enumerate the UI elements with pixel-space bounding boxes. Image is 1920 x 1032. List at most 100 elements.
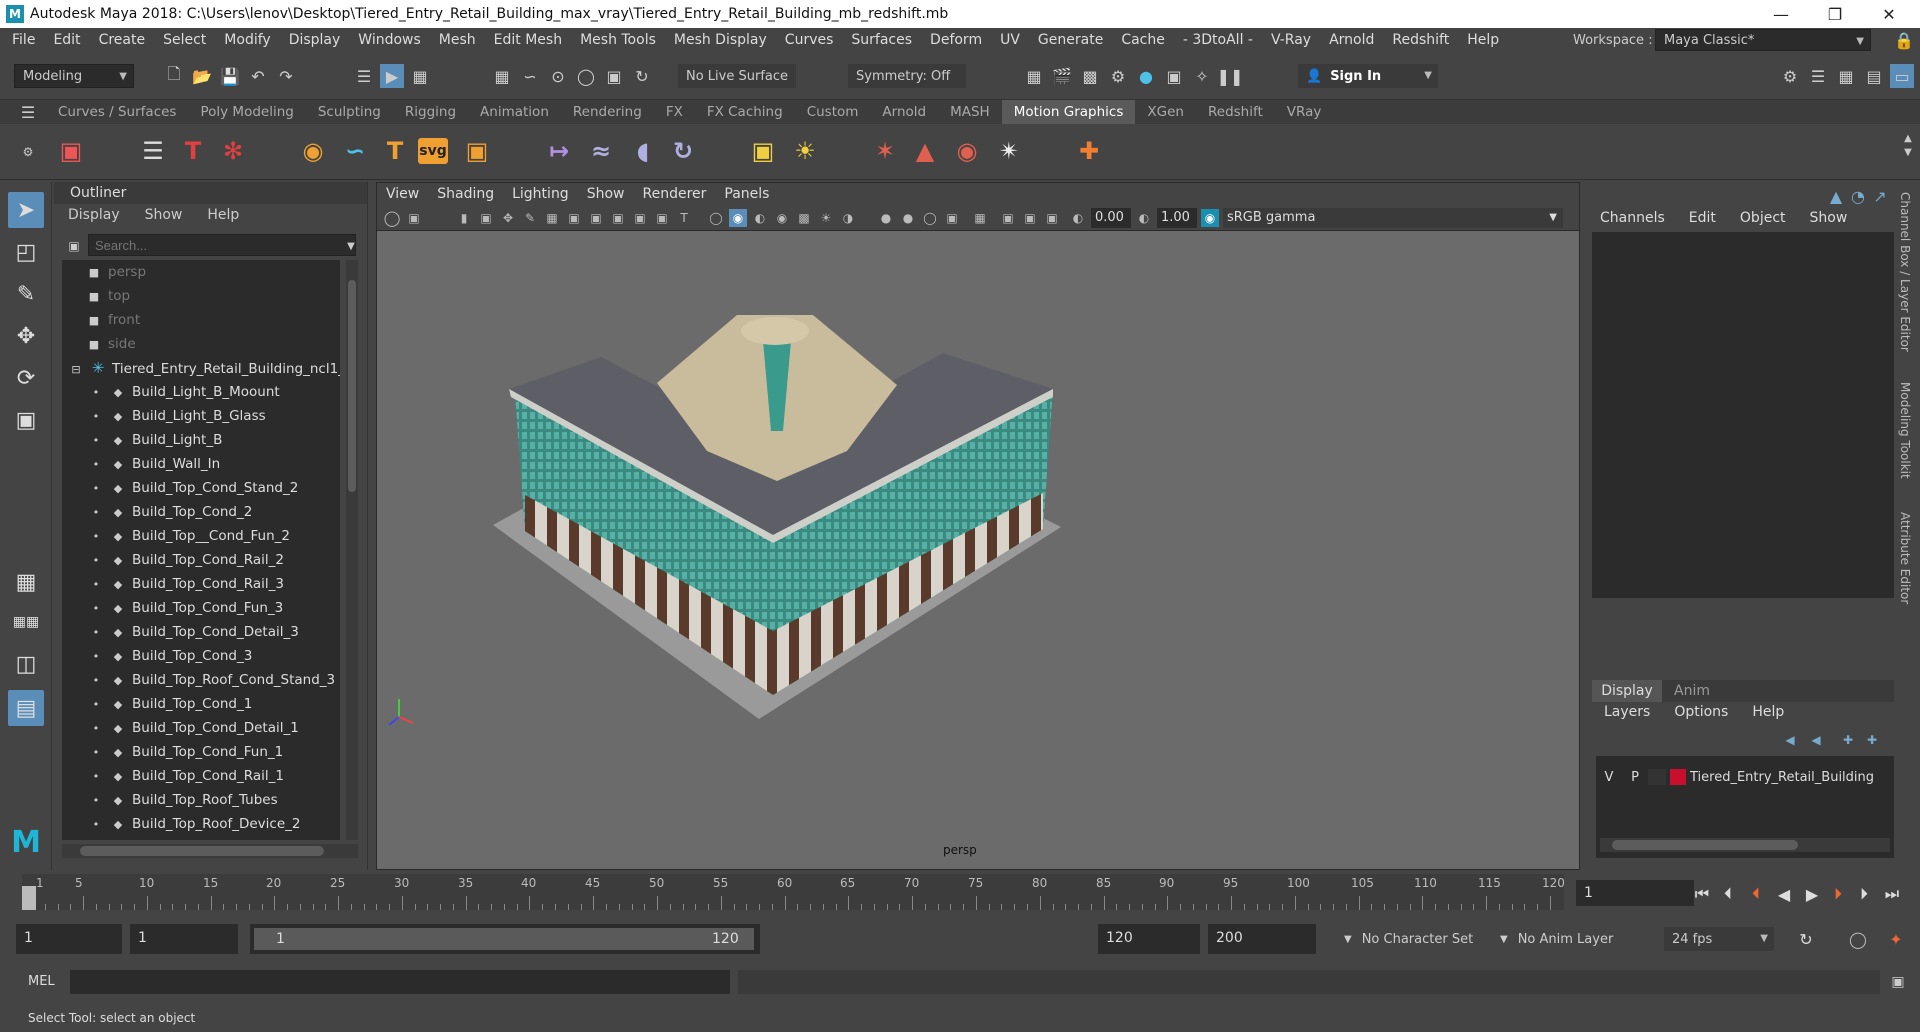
outliner-mesh-item[interactable]: • ◆ Build_Top_Cond_Fun_1 — [88, 740, 283, 764]
shelf-tab-xgen[interactable]: XGen — [1135, 100, 1196, 124]
step-forward-icon[interactable]: ⏵ — [1852, 882, 1876, 906]
layer-playback[interactable]: P — [1622, 770, 1648, 785]
outliner-filter-icon[interactable]: ▣ — [62, 234, 86, 258]
shelf-tab-sculpting[interactable]: Sculpting — [306, 100, 393, 124]
snap-point-icon[interactable]: ⊙ — [546, 64, 570, 88]
channel-filter-icon[interactable]: ▲ — [1824, 184, 1848, 208]
lasso-tool-icon[interactable]: ◰ — [8, 234, 44, 270]
close-icon[interactable]: ✕ — [1866, 0, 1912, 28]
fps-dropdown[interactable]: 24 fps ▼ — [1664, 927, 1774, 951]
isolate-select-icon[interactable]: ▦ — [971, 209, 989, 227]
attribute-editor-icon[interactable]: ☰ — [1806, 64, 1830, 88]
outliner-mesh-item[interactable]: • ◆ Build_Top_Roof_Device_2 — [88, 812, 301, 836]
menu-create[interactable]: Create — [90, 32, 155, 48]
auto-key-icon[interactable]: ◯ — [1846, 927, 1870, 951]
list-icon[interactable]: ☰ — [134, 132, 172, 170]
burst-icon[interactable]: ✴ — [990, 132, 1028, 170]
text-tool-icon[interactable]: T — [376, 132, 414, 170]
search-dropdown-icon[interactable]: ▼ — [344, 234, 358, 258]
layer-menu-help[interactable]: Help — [1752, 704, 1784, 720]
snap-curve-icon[interactable]: ∽ — [518, 64, 542, 88]
outliner-menu-help[interactable]: Help — [193, 207, 250, 223]
restore-icon[interactable]: ❐ — [1812, 0, 1858, 28]
channel-sync-icon[interactable]: ◔ — [1846, 184, 1870, 208]
shadows-icon[interactable]: ◑ — [839, 209, 857, 227]
shelf-tab-curves-surfaces[interactable]: Curves / Surfaces — [46, 100, 188, 124]
camera-attributes-icon[interactable]: ▣ — [405, 209, 423, 227]
shelf-tab-fx[interactable]: FX — [654, 100, 695, 124]
wireframe-on-shaded-icon[interactable]: ◉ — [773, 209, 791, 227]
animation-prefs-icon[interactable]: ✦ — [1884, 927, 1908, 951]
layer-visibility[interactable]: V — [1596, 770, 1622, 785]
film-gate-icon[interactable]: ▣ — [565, 209, 583, 227]
scene-start-field[interactable]: 1 — [16, 924, 122, 954]
menu-file[interactable]: File — [3, 32, 44, 48]
play-forwards-icon[interactable]: ▶ — [1800, 882, 1824, 906]
play-backwards-icon[interactable]: ◀ — [1772, 882, 1796, 906]
shelf-tab-fx-caching[interactable]: FX Caching — [695, 100, 795, 124]
outliner-mesh-item[interactable]: • ◆ Build_Top_Cond_1 — [88, 692, 253, 716]
menu-redshift[interactable]: Redshift — [1383, 32, 1458, 48]
live-surface-field[interactable]: No Live Surface — [678, 64, 796, 88]
layer-name[interactable]: Tiered_Entry_Retail_Building — [1690, 770, 1874, 785]
render-current-icon[interactable]: 🎬 — [1050, 64, 1074, 88]
tab-display[interactable]: Display — [1592, 680, 1662, 702]
exposure-field[interactable]: 0.00 — [1091, 208, 1131, 228]
pivot-icon[interactable]: ✚ — [1070, 132, 1108, 170]
ipr-icon[interactable]: ▩ — [1078, 64, 1102, 88]
outliner-mesh-item[interactable]: • ◆ Build_Top_Cond_Detail_3 — [88, 620, 299, 644]
layer-type-swatch[interactable] — [1648, 769, 1666, 785]
viewport-menu-panels[interactable]: Panels — [715, 186, 778, 202]
resolution-gate-icon[interactable]: ▣ — [587, 209, 605, 227]
shelf-tab-motion-graphics[interactable]: Motion Graphics — [1001, 100, 1136, 124]
outliner-search-input[interactable] — [88, 234, 356, 256]
menu-modify[interactable]: Modify — [215, 32, 279, 48]
tab-attribute-editor[interactable]: Attribute Editor — [1898, 512, 1912, 604]
range-slider[interactable]: 1 120 — [250, 924, 760, 954]
mode-dropdown[interactable]: Modeling ▼ — [14, 64, 134, 88]
outliner-mesh-item[interactable]: • ◆ Build_Top_Cond_Stand_2 — [88, 476, 299, 500]
exposure-icon[interactable]: ◐ — [1069, 209, 1087, 227]
sun-light-icon[interactable]: ☀ — [786, 132, 824, 170]
viewport-panel[interactable]: View Shading Lighting Show Renderer Panels ◯ … — [376, 182, 1580, 870]
menu-mesh[interactable]: Mesh — [430, 32, 485, 48]
select-camera-icon[interactable]: ◯ — [383, 209, 401, 227]
cube-icon[interactable]: ▣ — [52, 132, 90, 170]
outliner-camera-item[interactable]: ■ persp — [86, 260, 146, 284]
select-component-icon[interactable]: ▦ — [408, 64, 432, 88]
shelf-tab-mash[interactable]: MASH — [938, 100, 1002, 124]
viewport-menu-lighting[interactable]: Lighting — [503, 186, 578, 202]
default-material-icon[interactable]: ◐ — [751, 209, 769, 227]
depth-of-field-icon[interactable]: ▣ — [943, 209, 961, 227]
svg-tool-icon[interactable]: svg — [418, 138, 448, 164]
tab-modeling-toolkit[interactable]: Modeling Toolkit — [1898, 382, 1912, 479]
channel-menu-show[interactable]: Show — [1810, 210, 1848, 226]
menu-cache[interactable]: Cache — [1112, 32, 1174, 48]
layer-menu-options[interactable]: Options — [1674, 704, 1728, 720]
outliner-mesh-item[interactable]: • ◆ Build_Light_B_Glass — [88, 404, 266, 428]
menu-mesh-display[interactable]: Mesh Display — [665, 32, 776, 48]
select-hierarchy-icon[interactable]: ☰ — [352, 64, 376, 88]
outliner-mesh-item[interactable]: • ◆ Build_Top_Cond_Rail_2 — [88, 548, 284, 572]
side-by-side-icon[interactable]: ◫ — [8, 646, 44, 682]
menu-help[interactable]: Help — [1458, 32, 1508, 48]
redo-icon[interactable]: ↷ — [274, 64, 298, 88]
hypershade-icon[interactable]: ● — [1134, 64, 1158, 88]
shelf-tab-vray[interactable]: VRay — [1275, 100, 1334, 124]
sphere-icon[interactable]: ◉ — [294, 132, 332, 170]
sign-in-button[interactable]: 👤 Sign In ▼ — [1298, 64, 1438, 88]
outliner-hscroll[interactable] — [62, 844, 358, 858]
menu-arnold[interactable]: Arnold — [1320, 32, 1383, 48]
nail-icon[interactable]: ▲ — [906, 132, 944, 170]
render-region-icon[interactable]: ▦ — [1022, 64, 1046, 88]
channel-box-icon[interactable]: ▤ — [1862, 64, 1886, 88]
mel-label[interactable]: MEL — [28, 974, 55, 989]
scroll-thumb[interactable] — [348, 280, 356, 492]
viewport-menu-renderer[interactable]: Renderer — [633, 186, 715, 202]
menu-display[interactable]: Display — [280, 32, 350, 48]
tab-channel-box-layer-editor[interactable]: Channel Box / Layer Editor — [1898, 192, 1912, 352]
outliner-vscroll[interactable] — [346, 260, 358, 840]
shelf-tab-animation[interactable]: Animation — [468, 100, 561, 124]
menu-v-ray[interactable]: V-Ray — [1262, 32, 1320, 48]
current-frame-field[interactable]: 1 — [1576, 880, 1694, 906]
